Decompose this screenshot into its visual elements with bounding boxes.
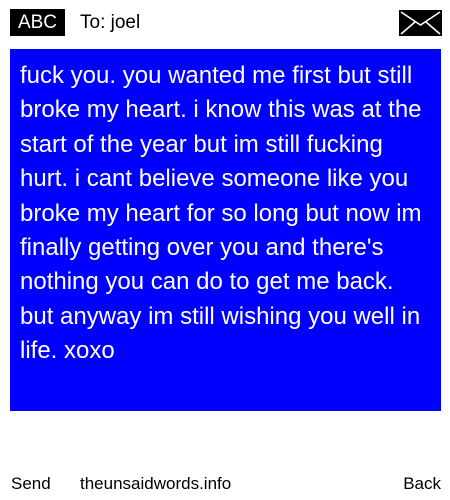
site-label: theunsaidwords.info (80, 474, 232, 493)
softkey-bar: Send theunsaidwords.info Back (0, 472, 450, 496)
message-text-area[interactable]: fuck you. you wanted me first but still … (10, 49, 441, 411)
send-softkey[interactable]: Send (11, 472, 51, 496)
back-softkey[interactable]: Back (403, 472, 441, 496)
recipient-label[interactable]: To: joel (80, 9, 140, 36)
compose-header: ABC To: joel (0, 0, 450, 46)
input-mode-badge: ABC (10, 9, 65, 36)
envelope-icon[interactable] (399, 10, 442, 36)
